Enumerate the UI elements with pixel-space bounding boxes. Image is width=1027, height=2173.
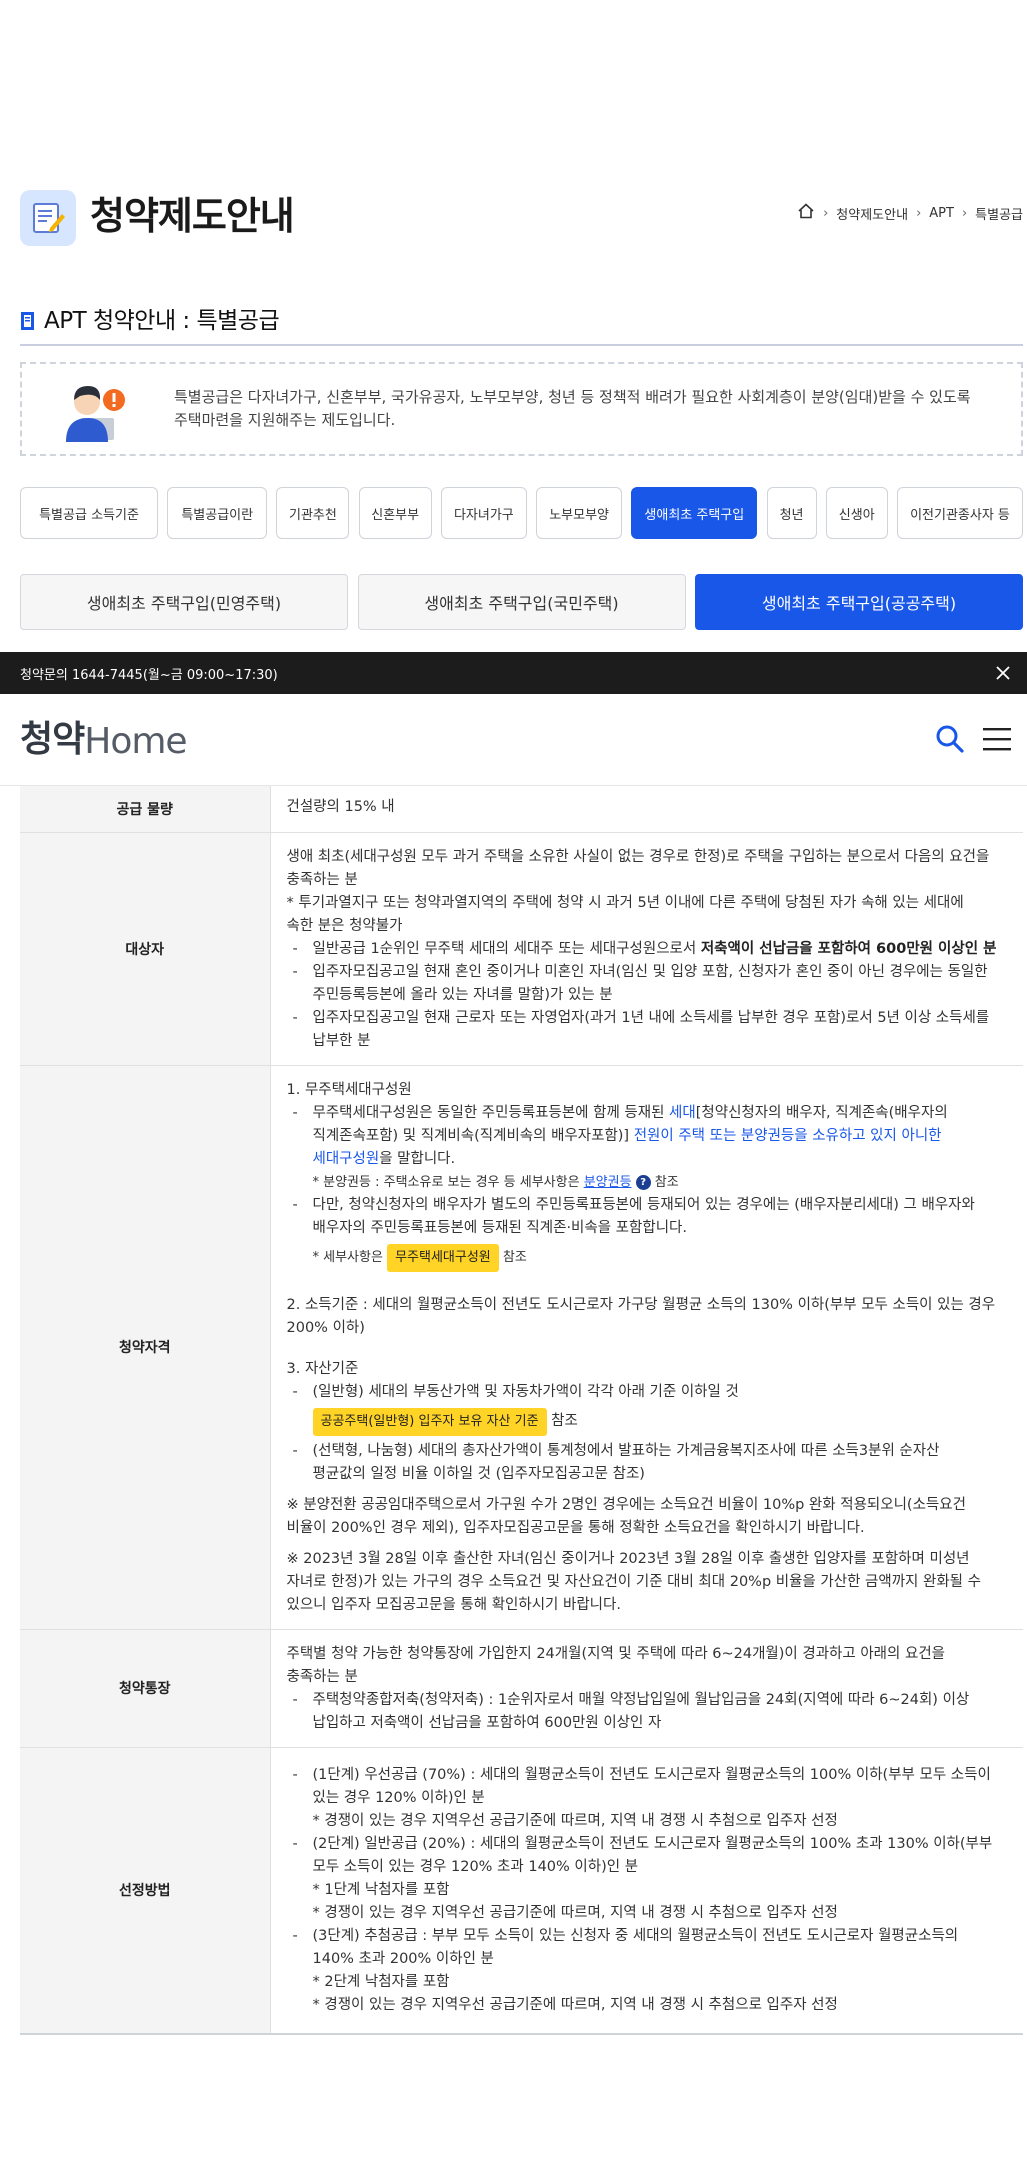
subtab-national-housing[interactable]: 생애최초 주택구입(국민주택): [357, 574, 686, 630]
category-tabs: 특별공급 소득기준 특별공급이란 기관추천 신혼부부 다자녀가구 노부모부양 생…: [20, 487, 1023, 539]
document-icon: [21, 312, 34, 330]
site-header: 청약 Home: [0, 694, 1027, 786]
asset-criteria-button[interactable]: 공공주택(일반형) 입주자 보유 자산 기준: [312, 1407, 547, 1436]
breadcrumb-item[interactable]: 청약제도안내: [836, 204, 908, 223]
list-item: - 입주자모집공고일 현재 혼인 중이거나 미혼인 자녀(임신 및 입양 포함, …: [292, 963, 988, 1003]
breadcrumb: › 청약제도안내 › APT › 특별공급: [797, 202, 1023, 224]
tab-special-supply-intro[interactable]: 특별공급이란: [167, 487, 268, 539]
chevron-right-icon: ›: [916, 205, 922, 221]
list-item: - 무주택세대구성원은 동일한 주민등록표등본에 함께 등재된 세대[청약신청자…: [292, 1104, 948, 1167]
row-value: - (1단계) 우선공급 (70%) : 세대의 월평균소득이 전년도 도시근로…: [270, 1747, 1023, 2034]
notice-text: 특별공급은 다자녀가구, 신혼부부, 국가유공자, 노부모부양, 청년 등 정책…: [174, 388, 971, 429]
row-value: 건설량의 15% 내: [286, 799, 395, 815]
list-item: - 입주자모집공고일 현재 근로자 또는 자영업자(과거 1년 내에 소득세를 납…: [292, 1009, 990, 1049]
row-label: 공급 물량: [20, 786, 271, 832]
tab-multichild[interactable]: 다자녀가구: [440, 487, 527, 539]
chevron-right-icon: ›: [961, 205, 968, 221]
list-item: - 일반공급 1순위인 무주택 세대의 세대주 또는 세대구성원으로서 저축액이 …: [292, 940, 997, 957]
row-value: 주택별 청약 가능한 청약통장에 가입한지 24개월(지역 및 주택에 따라 6…: [270, 1629, 1023, 1747]
breadcrumb-item[interactable]: 특별공급: [975, 204, 1023, 223]
list-item: - (3단계) 추첨공급 : 부부 모두 소득이 있는 신청자 중 세대의 월평…: [292, 1927, 959, 2013]
list-item: - (선택형, 나눔형) 세대의 총자산가액이 통계청에서 발표하는 가계금융복지…: [292, 1442, 940, 1482]
document-icon: [20, 190, 76, 246]
menu-icon[interactable]: [981, 724, 1013, 754]
table-row: 선정방법 - (1단계) 우선공급 (70%) : 세대의 월평균소득이 전년도…: [20, 1747, 1023, 2034]
breadcrumb-item[interactable]: APT: [929, 206, 954, 221]
list-item: - (1단계) 우선공급 (70%) : 세대의 월평균소득이 전년도 도시근로…: [292, 1766, 991, 1829]
subtab-public-housing[interactable]: 생애최초 주택구입(공공주택): [695, 574, 1023, 630]
row-label: 선정방법: [20, 1747, 271, 2034]
tab-first-home[interactable]: 생애최초 주택구입: [631, 487, 758, 539]
tab-youth[interactable]: 청년: [766, 487, 817, 539]
tab-relocated-agency[interactable]: 이전기관종사자 등: [896, 487, 1023, 539]
list-item: - 주택청약종합저축(청약저축) : 1순위자로서 매월 약정납입일에 월납입금을…: [292, 1691, 970, 1731]
tab-newborn[interactable]: 신생아: [825, 487, 888, 539]
link-presale-right[interactable]: 분양권등: [584, 1175, 632, 1190]
table-row: 청약자격 1. 무주택세대구성원 - 무주택세대구성원은 동일한 주민등록표등본…: [20, 1065, 1023, 1629]
table-row: 청약통장 주택별 청약 가능한 청약통장에 가입한지 24개월(지역 및 주택에…: [20, 1629, 1023, 1747]
row-label: 청약자격: [20, 1065, 271, 1629]
row-value: 1. 무주택세대구성원 - 무주택세대구성원은 동일한 주민등록표등본에 함께 …: [270, 1065, 1023, 1629]
close-icon[interactable]: [993, 663, 1013, 683]
section-title-text: APT 청약안내 : 특별공급: [44, 308, 280, 334]
tab-newlyweds[interactable]: 신혼부부: [358, 487, 432, 539]
list-item: - 다만, 청약신청자의 배우자가 별도의 주민등록표등본에 등재되어 있는 경우…: [292, 1196, 975, 1236]
tab-income-criteria[interactable]: 특별공급 소득기준: [20, 487, 158, 539]
list-item: - (일반형) 세대의 부동산가액 및 자동차가액이 각각 아래 기준 이하일 것: [292, 1383, 739, 1400]
row-label: 청약통장: [20, 1629, 271, 1747]
home-icon[interactable]: [797, 202, 815, 224]
info-table: 공급 물량 건설량의 15% 내 대상자 생애 최초(세대구성원 모두 과거 주…: [20, 786, 1023, 2035]
contact-text: 청약문의 1644-7445(월~금 09:00~17:30): [20, 667, 278, 683]
note: * 분양권등 : 주택소유로 보는 경우 등 세부사항은 분양권등 ? 참조: [312, 1174, 679, 1190]
tab-agency-recommend[interactable]: 기관추천: [276, 487, 350, 539]
page-header: 청약제도안내 › 청약제도안내 › APT › 특별공급: [20, 188, 1023, 250]
person-icon: [66, 386, 125, 442]
page-title: 청약제도안내: [90, 194, 295, 238]
search-icon[interactable]: [935, 724, 965, 754]
table-row: 대상자 생애 최초(세대구성원 모두 과거 주택을 소유한 사실이 없는 경우로…: [20, 832, 1023, 1065]
homeless-member-button[interactable]: 무주택세대구성원: [387, 1243, 499, 1272]
sub-tabs: 생애최초 주택구입(민영주택) 생애최초 주택구입(국민주택) 생애최초 주택구…: [20, 574, 1023, 630]
row-value: 생애 최초(세대구성원 모두 과거 주택을 소유한 사실이 없는 경우로 한정)…: [270, 832, 1023, 1065]
tab-elderly-parents[interactable]: 노부모부양: [536, 487, 623, 539]
table-row: 공급 물량 건설량의 15% 내: [20, 786, 1023, 832]
note: 공공주택(일반형) 입주자 보유 자산 기준 참조: [287, 1404, 1008, 1440]
notice-box: 특별공급은 다자녀가구, 신혼부부, 국가유공자, 노부모부양, 청년 등 정책…: [20, 362, 1023, 456]
section-title: APT 청약안내 : 특별공급: [20, 306, 1023, 346]
subtab-private-housing[interactable]: 생애최초 주택구입(민영주택): [20, 574, 348, 630]
contact-bar: 청약문의 1644-7445(월~금 09:00~17:30): [0, 652, 1027, 694]
row-label: 대상자: [20, 832, 271, 1065]
chevron-right-icon: ›: [823, 205, 829, 221]
list-item: - (2단계) 일반공급 (20%) : 세대의 월평균소득이 전년도 도시근로…: [292, 1835, 993, 1921]
site-logo[interactable]: 청약 Home: [20, 719, 188, 762]
note: * 세부사항은 무주택세대구성원 참조: [287, 1240, 1008, 1276]
help-icon[interactable]: ?: [635, 1174, 651, 1190]
